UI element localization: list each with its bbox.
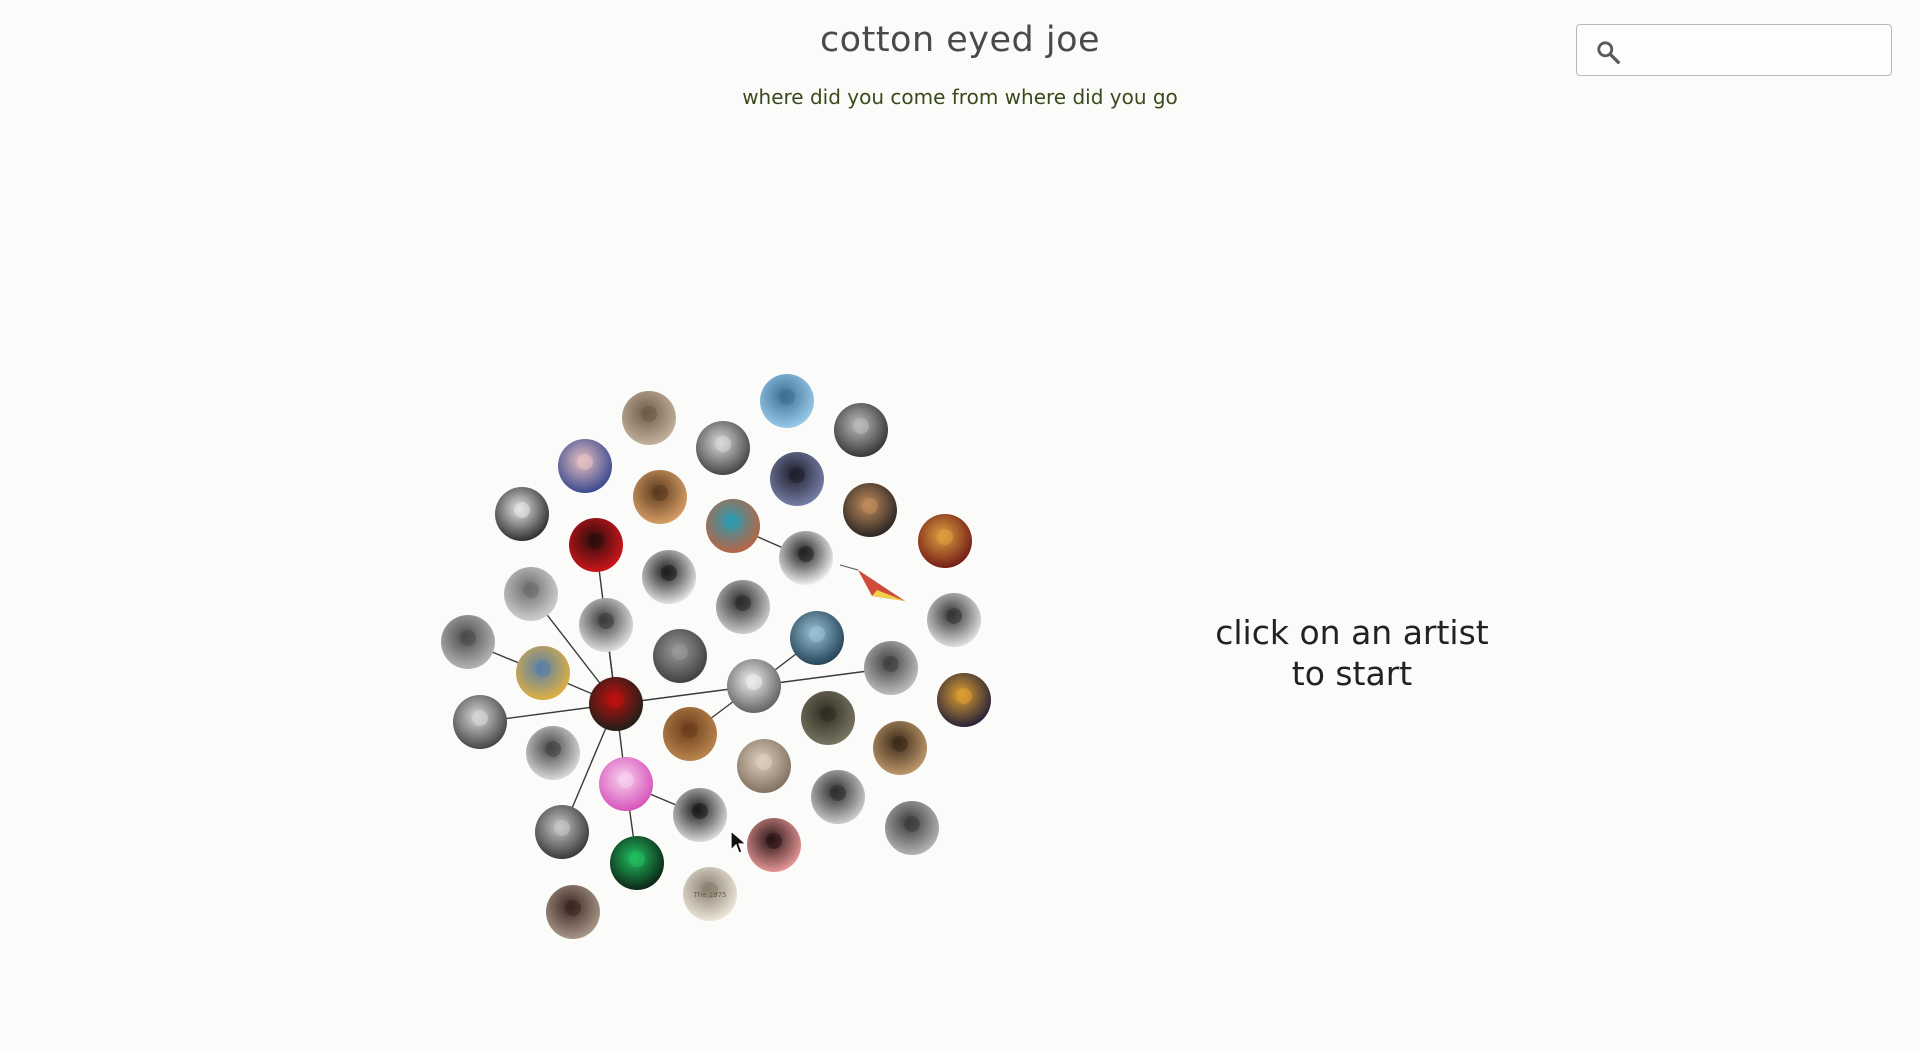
artist-silhouette <box>661 565 677 581</box>
artist-node[interactable] <box>927 593 981 647</box>
artist-silhouette <box>618 772 634 788</box>
artist-node[interactable] <box>811 770 865 824</box>
artist-silhouette <box>956 688 972 704</box>
artist-silhouette <box>725 514 741 530</box>
artist-node[interactable] <box>864 641 918 695</box>
artist-node[interactable] <box>579 598 633 652</box>
artist-node[interactable] <box>441 615 495 669</box>
artist-silhouette <box>883 656 899 672</box>
artist-silhouette <box>692 803 708 819</box>
artist-label: The 1975 <box>692 891 726 899</box>
artist-silhouette <box>746 674 762 690</box>
start-hint: click on an artist to start <box>1160 612 1544 694</box>
artist-node[interactable] <box>801 691 855 745</box>
artist-node[interactable] <box>843 483 897 537</box>
artist-silhouette <box>598 613 614 629</box>
artist-silhouette <box>853 418 869 434</box>
artist-silhouette <box>862 498 878 514</box>
artist-node[interactable] <box>834 403 888 457</box>
artist-node[interactable] <box>663 707 717 761</box>
artist-node[interactable] <box>558 439 612 493</box>
artist-silhouette <box>629 851 645 867</box>
artist-silhouette <box>735 595 751 611</box>
artist-silhouette <box>892 736 908 752</box>
artist-silhouette <box>715 436 731 452</box>
artist-node[interactable] <box>760 374 814 428</box>
artist-node[interactable]: The 1975 <box>683 867 737 921</box>
artist-silhouette <box>523 582 539 598</box>
artist-node[interactable] <box>747 818 801 872</box>
artist-silhouette <box>588 533 604 549</box>
artist-node[interactable] <box>535 805 589 859</box>
artist-node[interactable] <box>495 487 549 541</box>
artist-graph: The 1975 <box>441 374 991 939</box>
artist-silhouette <box>460 630 476 646</box>
artist-node[interactable] <box>569 518 623 572</box>
artist-node[interactable] <box>696 421 750 475</box>
artist-node[interactable] <box>516 646 570 700</box>
artist-silhouette <box>756 754 772 770</box>
artist-silhouette <box>798 546 814 562</box>
artist-node[interactable] <box>589 677 643 731</box>
artist-node[interactable] <box>546 885 600 939</box>
artist-silhouette <box>937 529 953 545</box>
artist-silhouette <box>652 485 668 501</box>
artist-silhouette <box>904 816 920 832</box>
artist-node[interactable] <box>610 836 664 890</box>
artist-node[interactable] <box>873 721 927 775</box>
artist-node[interactable] <box>737 739 791 793</box>
paper-plane-icon <box>839 564 905 601</box>
artist-node[interactable] <box>918 514 972 568</box>
artist-node[interactable] <box>779 531 833 585</box>
artist-node[interactable] <box>642 550 696 604</box>
artist-node[interactable] <box>770 452 824 506</box>
artist-silhouette <box>789 467 805 483</box>
artist-node[interactable] <box>504 567 558 621</box>
artist-node[interactable] <box>633 470 687 524</box>
artist-silhouette <box>545 741 561 757</box>
artist-silhouette <box>514 502 530 518</box>
artist-node[interactable] <box>885 801 939 855</box>
artist-silhouette <box>565 900 581 916</box>
artist-silhouette <box>608 692 624 708</box>
artist-silhouette <box>554 820 570 836</box>
artist-silhouette <box>779 389 795 405</box>
artist-silhouette <box>672 644 688 660</box>
artist-silhouette <box>809 626 825 642</box>
start-hint-line-1: click on an artist <box>1215 613 1489 652</box>
artist-node[interactable] <box>673 788 727 842</box>
artist-node[interactable] <box>622 391 676 445</box>
artist-silhouette <box>820 706 836 722</box>
artist-node[interactable] <box>526 726 580 780</box>
artist-node[interactable] <box>937 673 991 727</box>
artist-node[interactable] <box>706 499 760 553</box>
artist-silhouette <box>766 833 782 849</box>
artist-silhouette <box>682 722 698 738</box>
artist-silhouette <box>641 406 657 422</box>
artist-silhouette <box>577 454 593 470</box>
artist-node[interactable] <box>790 611 844 665</box>
artist-node-layer: The 1975 <box>441 374 991 939</box>
artist-node[interactable] <box>727 659 781 713</box>
start-hint-line-2: to start <box>1291 654 1413 693</box>
artist-silhouette <box>946 608 962 624</box>
artist-node[interactable] <box>599 757 653 811</box>
page: cotton eyed joe where did you come from … <box>0 0 1920 1052</box>
mouse-cursor-icon <box>730 830 748 854</box>
artist-node[interactable] <box>453 695 507 749</box>
artist-silhouette <box>472 710 488 726</box>
artist-node[interactable] <box>716 580 770 634</box>
artist-silhouette <box>535 661 551 677</box>
artist-silhouette <box>830 785 846 801</box>
artist-node[interactable] <box>653 629 707 683</box>
